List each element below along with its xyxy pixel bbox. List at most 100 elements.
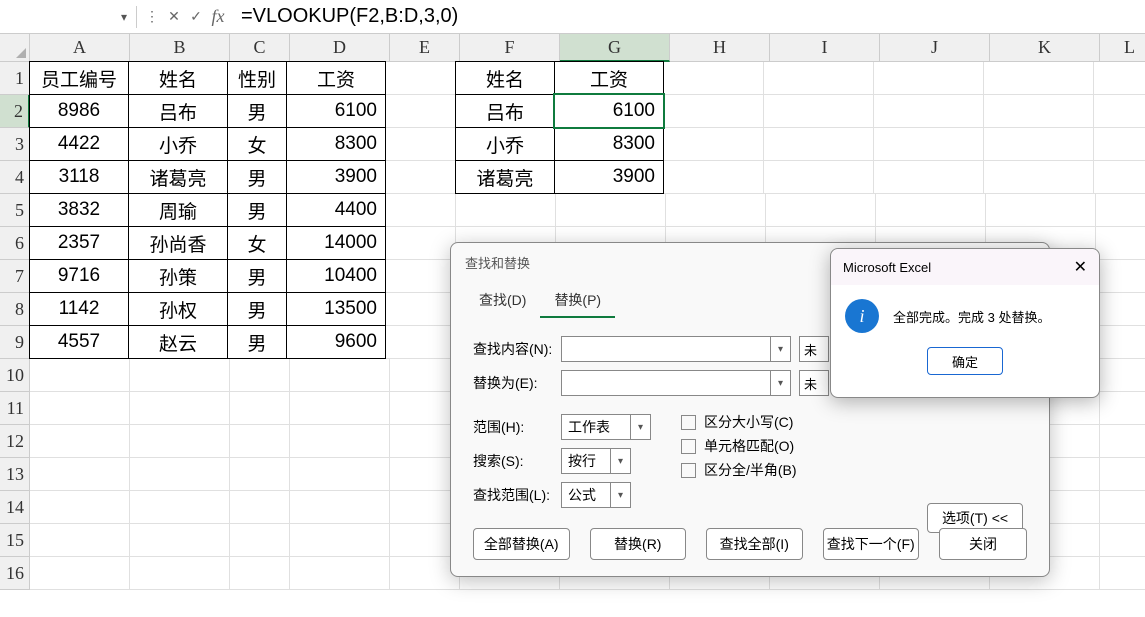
cell-B9[interactable]: 赵云 xyxy=(128,325,228,359)
cell-D2[interactable]: 6100 xyxy=(286,94,386,128)
cell-D4[interactable]: 3900 xyxy=(286,160,386,194)
row-header-14[interactable]: 14 xyxy=(0,491,30,524)
cell-B4[interactable]: 诸葛亮 xyxy=(128,160,228,194)
cell-G3[interactable]: 8300 xyxy=(554,127,664,161)
cell-L10[interactable] xyxy=(1100,359,1145,392)
cell-C6[interactable]: 女 xyxy=(227,226,287,260)
cell-L13[interactable] xyxy=(1100,458,1145,491)
cell-E1[interactable] xyxy=(386,62,456,95)
cell-D7[interactable]: 10400 xyxy=(286,259,386,293)
cell-B16[interactable] xyxy=(130,557,230,590)
cell-B14[interactable] xyxy=(130,491,230,524)
col-header-H[interactable]: H xyxy=(670,34,770,62)
cell-L1[interactable] xyxy=(1094,62,1145,95)
cell-J1[interactable] xyxy=(874,62,984,95)
cell-E9[interactable] xyxy=(386,326,456,359)
cell-C8[interactable]: 男 xyxy=(227,292,287,326)
find-all-button[interactable]: 查找全部(I) xyxy=(706,528,803,560)
cell-A1[interactable]: 员工编号 xyxy=(29,61,129,95)
cell-D15[interactable] xyxy=(290,524,390,557)
replace-dropdown-icon[interactable]: ▾ xyxy=(771,370,791,396)
cell-E5[interactable] xyxy=(386,194,456,227)
cell-C16[interactable] xyxy=(230,557,290,590)
cell-F2[interactable]: 吕布 xyxy=(455,94,555,128)
cell-L3[interactable] xyxy=(1094,128,1145,161)
col-header-I[interactable]: I xyxy=(770,34,880,62)
row-header-9[interactable]: 9 xyxy=(0,326,30,359)
col-header-K[interactable]: K xyxy=(990,34,1100,62)
cell-K1[interactable] xyxy=(984,62,1094,95)
cell-H3[interactable] xyxy=(664,128,764,161)
cell-K3[interactable] xyxy=(984,128,1094,161)
cell-G1[interactable]: 工资 xyxy=(554,61,664,95)
close-icon[interactable]: ✕ xyxy=(1074,257,1087,277)
row-header-6[interactable]: 6 xyxy=(0,227,30,260)
cell-D11[interactable] xyxy=(290,392,390,425)
cell-K4[interactable] xyxy=(984,161,1094,194)
cell-A4[interactable]: 3118 xyxy=(29,160,129,194)
cell-J2[interactable] xyxy=(874,95,984,128)
cell-A14[interactable] xyxy=(30,491,130,524)
cell-G2[interactable]: 6100 xyxy=(554,94,664,128)
match-case-checkbox[interactable] xyxy=(681,415,696,430)
row-header-1[interactable]: 1 xyxy=(0,62,30,95)
cell-A12[interactable] xyxy=(30,425,130,458)
row-header-3[interactable]: 3 xyxy=(0,128,30,161)
cell-I3[interactable] xyxy=(764,128,874,161)
row-header-4[interactable]: 4 xyxy=(0,161,30,194)
cell-E2[interactable] xyxy=(386,95,456,128)
name-box[interactable] xyxy=(0,4,116,30)
cell-C13[interactable] xyxy=(230,458,290,491)
cell-D3[interactable]: 8300 xyxy=(286,127,386,161)
cell-J3[interactable] xyxy=(874,128,984,161)
cell-C10[interactable] xyxy=(230,359,290,392)
col-header-E[interactable]: E xyxy=(390,34,460,62)
cell-C5[interactable]: 男 xyxy=(227,193,287,227)
cell-C3[interactable]: 女 xyxy=(227,127,287,161)
cell-L8[interactable] xyxy=(1096,293,1145,326)
cell-D14[interactable] xyxy=(290,491,390,524)
col-header-L[interactable]: L xyxy=(1100,34,1145,62)
row-header-16[interactable]: 16 xyxy=(0,557,30,590)
lookin-select[interactable]: 公式 xyxy=(561,482,611,508)
cell-L16[interactable] xyxy=(1100,557,1145,590)
cell-A11[interactable] xyxy=(30,392,130,425)
replace-format-button[interactable]: 未 xyxy=(799,370,829,396)
formula-input[interactable]: =VLOOKUP(F2,B:D,3,0) xyxy=(229,0,1145,33)
match-width-checkbox[interactable] xyxy=(681,463,696,478)
row-header-12[interactable]: 12 xyxy=(0,425,30,458)
cell-G5[interactable] xyxy=(556,194,666,227)
cell-B12[interactable] xyxy=(130,425,230,458)
cell-L9[interactable] xyxy=(1096,326,1145,359)
find-format-button[interactable]: 未 xyxy=(799,336,829,362)
row-header-10[interactable]: 10 xyxy=(0,359,30,392)
cell-F1[interactable]: 姓名 xyxy=(455,61,555,95)
col-header-G[interactable]: G xyxy=(560,34,670,62)
cell-C1[interactable]: 性别 xyxy=(227,61,287,95)
cell-L7[interactable] xyxy=(1096,260,1145,293)
accept-icon[interactable]: ✓ xyxy=(185,6,207,28)
col-header-J[interactable]: J xyxy=(880,34,990,62)
cell-L6[interactable] xyxy=(1096,227,1145,260)
col-header-C[interactable]: C xyxy=(230,34,290,62)
ok-button[interactable]: 确定 xyxy=(927,347,1003,375)
cell-A15[interactable] xyxy=(30,524,130,557)
select-all-triangle[interactable] xyxy=(0,34,30,62)
row-header-5[interactable]: 5 xyxy=(0,194,30,227)
cell-J5[interactable] xyxy=(876,194,986,227)
cell-I1[interactable] xyxy=(764,62,874,95)
col-header-F[interactable]: F xyxy=(460,34,560,62)
row-header-7[interactable]: 7 xyxy=(0,260,30,293)
cell-L2[interactable] xyxy=(1094,95,1145,128)
cell-F5[interactable] xyxy=(456,194,556,227)
cell-L14[interactable] xyxy=(1100,491,1145,524)
lookin-dropdown-icon[interactable]: ▾ xyxy=(611,482,631,508)
cell-A6[interactable]: 2357 xyxy=(29,226,129,260)
cell-K2[interactable] xyxy=(984,95,1094,128)
cell-E4[interactable] xyxy=(386,161,456,194)
cell-E8[interactable] xyxy=(386,293,456,326)
cell-C14[interactable] xyxy=(230,491,290,524)
col-header-A[interactable]: A xyxy=(30,34,130,62)
cell-H5[interactable] xyxy=(666,194,766,227)
cell-D13[interactable] xyxy=(290,458,390,491)
